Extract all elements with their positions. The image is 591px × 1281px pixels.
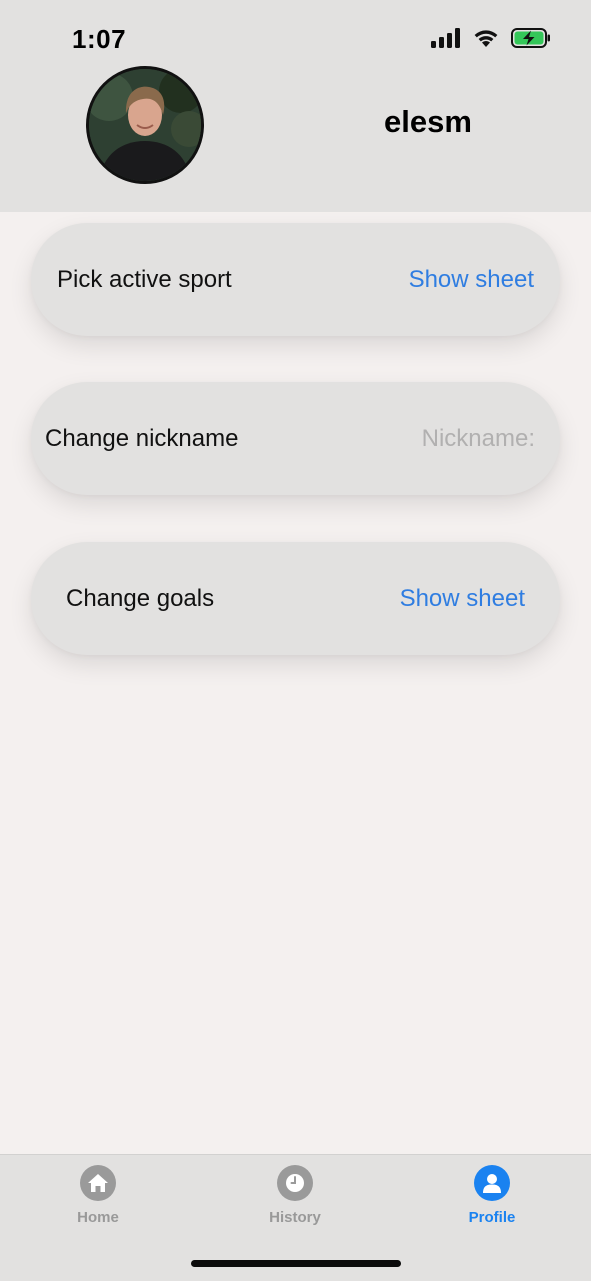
- avatar[interactable]: [86, 66, 204, 184]
- pick-sport-show-sheet-button[interactable]: Show sheet: [409, 266, 534, 294]
- nickname-input[interactable]: [395, 424, 535, 453]
- status-icons: [431, 28, 551, 53]
- tab-profile-label: Profile: [468, 1209, 516, 1226]
- tab-profile[interactable]: Profile: [432, 1165, 552, 1226]
- person-icon: [474, 1165, 510, 1201]
- change-nickname-row: Change nickname: [31, 382, 560, 495]
- username: elesm: [384, 104, 472, 139]
- cellular-signal-icon: [431, 28, 461, 53]
- change-goals-show-sheet-button[interactable]: Show sheet: [400, 585, 525, 613]
- home-indicator: [191, 1260, 401, 1267]
- pick-sport-row: Pick active sport Show sheet: [31, 223, 560, 336]
- profile-photo: [89, 69, 201, 181]
- wifi-icon: [473, 28, 499, 53]
- change-nickname-label: Change nickname: [45, 424, 239, 452]
- change-goals-row: Change goals Show sheet: [31, 542, 560, 655]
- status-time: 1:07: [72, 24, 127, 54]
- pick-sport-label: Pick active sport: [57, 265, 232, 293]
- tab-home[interactable]: Home: [38, 1165, 158, 1226]
- clock-icon: [277, 1165, 313, 1201]
- change-goals-label: Change goals: [66, 584, 215, 612]
- tab-history[interactable]: History: [235, 1165, 355, 1226]
- house-icon: [80, 1165, 116, 1201]
- tab-home-label: Home: [77, 1209, 119, 1226]
- profile-header: 1:07 elesm: [0, 0, 591, 212]
- tab-history-label: History: [269, 1209, 321, 1226]
- battery-charging-icon: [511, 28, 551, 53]
